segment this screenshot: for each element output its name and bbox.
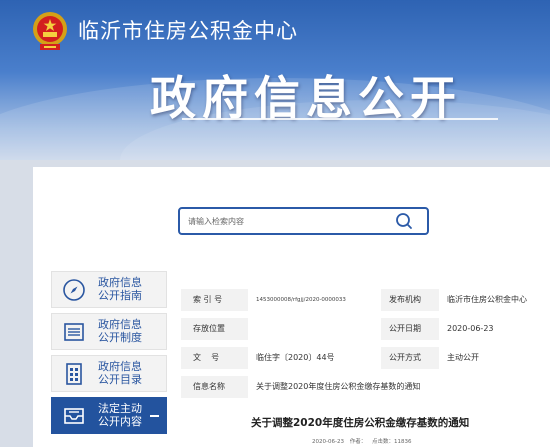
- inbox-icon: [64, 408, 84, 424]
- document-views: 点击数：11836: [371, 439, 412, 445]
- search-input[interactable]: [186, 212, 390, 231]
- document-list-icon: [64, 323, 84, 341]
- storage-value: [248, 318, 381, 340]
- method-value: 主动公开: [439, 347, 550, 369]
- index-value: 1453000008/rfgjj/2020-0000033: [248, 289, 381, 311]
- document-author-label: 作者：: [349, 439, 367, 445]
- sidebar-item-rules[interactable]: 政府信息 公开制度: [51, 313, 167, 350]
- compass-icon: [63, 279, 85, 301]
- publisher-label: 发布机构: [381, 289, 439, 311]
- document-meta: 2020-06-23 作者： 点击数：11836: [312, 437, 415, 445]
- header-banner: 临沂市住房公积金中心 政府信息公开: [0, 0, 550, 160]
- sidebar-item-guide[interactable]: 政府信息 公开指南: [51, 271, 167, 308]
- info-name-label: 信息名称: [181, 376, 248, 398]
- document-date: 2020-06-23: [312, 439, 344, 445]
- index-label: 索 引 号: [181, 289, 248, 311]
- doc-number-value: 临住字〔2020〕44号: [248, 347, 381, 369]
- site-name[interactable]: 临沂市住房公积金中心: [78, 15, 298, 45]
- document-title: 关于调整2020年度住房公积金缴存基数的通知: [251, 417, 470, 429]
- method-label: 公开方式: [381, 347, 439, 369]
- national-emblem-icon[interactable]: [30, 10, 70, 52]
- sidebar-item-label: 法定主动 公开内容: [98, 402, 142, 428]
- search-icon[interactable]: [395, 212, 413, 230]
- active-marker-icon: [150, 415, 159, 417]
- publish-date-value: 2020-06-23: [439, 318, 550, 340]
- table-row: 存放位置 公开日期 2020-06-23: [181, 318, 550, 340]
- table-row: 文 号 临住字〔2020〕44号 公开方式 主动公开: [181, 347, 550, 369]
- sidebar-item-label: 政府信息 公开制度: [98, 318, 142, 344]
- sidebar-item-label: 政府信息 公开指南: [98, 276, 142, 302]
- sidebar-item-label: 政府信息 公开目录: [98, 360, 142, 386]
- storage-label: 存放位置: [181, 318, 248, 340]
- table-row: 索 引 号 1453000008/rfgjj/2020-0000033 发布机构…: [181, 289, 550, 311]
- search-box: [178, 207, 429, 235]
- info-name-value: 关于调整2020年度住房公积金缴存基数的通知: [248, 376, 550, 398]
- catalog-icon: [66, 363, 82, 385]
- title-underline: [182, 118, 498, 120]
- sidebar-item-catalog[interactable]: 政府信息 公开目录: [51, 355, 167, 392]
- table-row: 信息名称 关于调整2020年度住房公积金缴存基数的通知: [181, 376, 550, 398]
- sidebar-item-statutory[interactable]: 法定主动 公开内容: [51, 397, 167, 434]
- publisher-value: 临沂市住房公积金中心: [439, 289, 550, 311]
- publish-date-label: 公开日期: [381, 318, 439, 340]
- doc-number-label: 文 号: [181, 347, 248, 369]
